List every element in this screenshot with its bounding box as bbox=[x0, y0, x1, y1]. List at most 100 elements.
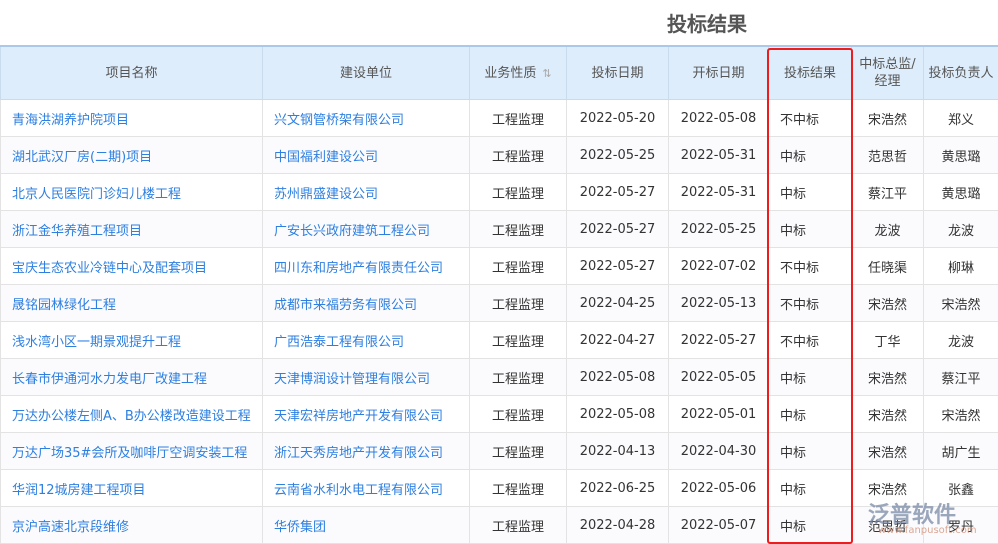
cell-construction-unit[interactable]: 中国福利建设公司 bbox=[262, 136, 470, 174]
sort-icon[interactable]: ⇅ bbox=[542, 67, 551, 80]
cell-project-name[interactable]: 晟铭园林绿化工程 bbox=[0, 284, 263, 322]
cell-project-name[interactable]: 京沪高速北京段维修 bbox=[0, 506, 263, 544]
cell-project-name[interactable]: 北京人民医院门诊妇儿楼工程 bbox=[0, 173, 263, 211]
cell-bid-date: 2022-04-28 bbox=[566, 506, 669, 544]
cell-bid-owner: 黄思璐 bbox=[923, 173, 998, 211]
cell-construction-unit[interactable]: 浙江天秀房地产开发有限公司 bbox=[262, 432, 470, 470]
cell-business-type: 工程监理 bbox=[469, 210, 567, 248]
cell-business-type: 工程监理 bbox=[469, 432, 567, 470]
header-construction-unit[interactable]: 建设单位 bbox=[262, 45, 470, 100]
page-title: 投标结果 bbox=[667, 12, 747, 36]
cell-business-type: 工程监理 bbox=[469, 506, 567, 544]
cell-bid-result: 中标 bbox=[768, 136, 852, 174]
cell-construction-unit[interactable]: 成都市来福劳务有限公司 bbox=[262, 284, 470, 322]
header-bid-result[interactable]: 投标结果 bbox=[768, 45, 852, 100]
cell-bid-date: 2022-04-27 bbox=[566, 321, 669, 359]
cell-bid-date: 2022-05-27 bbox=[566, 247, 669, 285]
cell-construction-unit[interactable]: 广安长兴政府建筑工程公司 bbox=[262, 210, 470, 248]
cell-construction-unit[interactable]: 华侨集团 bbox=[262, 506, 470, 544]
cell-construction-unit[interactable]: 兴文钢管桥架有限公司 bbox=[262, 99, 470, 137]
cell-bid-date: 2022-05-25 bbox=[566, 136, 669, 174]
cell-construction-unit[interactable]: 苏州鼎盛建设公司 bbox=[262, 173, 470, 211]
cell-bid-result: 不中标 bbox=[768, 99, 852, 137]
cell-business-type: 工程监理 bbox=[469, 284, 567, 322]
table-row: 长春市伊通河水力发电厂改建工程 天津博润设计管理有限公司 工程监理 2022-05-0… bbox=[0, 358, 998, 396]
cell-manager: 宋浩然 bbox=[851, 432, 924, 470]
watermark-logo: 泛普软件 www.fanpusoft.com bbox=[868, 497, 977, 536]
cell-bid-owner: 龙波 bbox=[923, 210, 998, 248]
cell-manager: 宋浩然 bbox=[851, 395, 924, 433]
cell-bid-result: 不中标 bbox=[768, 321, 852, 359]
header-manager[interactable]: 中标总监/经理 bbox=[851, 45, 924, 100]
cell-business-type: 工程监理 bbox=[469, 469, 567, 507]
cell-business-type: 工程监理 bbox=[469, 173, 567, 211]
cell-manager: 范思哲 bbox=[851, 136, 924, 174]
cell-business-type: 工程监理 bbox=[469, 247, 567, 285]
header-label: 建设单位 bbox=[339, 65, 392, 81]
cell-bid-result: 中标 bbox=[768, 395, 852, 433]
cell-opening-date: 2022-05-05 bbox=[668, 358, 769, 396]
cell-opening-date: 2022-05-13 bbox=[668, 284, 769, 322]
header-project-name[interactable]: 项目名称 bbox=[0, 45, 263, 100]
cell-construction-unit[interactable]: 天津博润设计管理有限公司 bbox=[262, 358, 470, 396]
table-row: 青海洪湖养护院项目 兴文钢管桥架有限公司 工程监理 2022-05-20 2022-05… bbox=[0, 99, 998, 137]
cell-business-type: 工程监理 bbox=[469, 358, 567, 396]
table-row: 华润12城房建工程项目 云南省水利水电工程有限公司 工程监理 2022-06-25 20… bbox=[0, 469, 998, 507]
cell-construction-unit[interactable]: 四川东和房地产有限责任公司 bbox=[262, 247, 470, 285]
header-opening-date[interactable]: 开标日期 bbox=[668, 45, 769, 100]
header-label: 中标总监/经理 bbox=[859, 57, 916, 89]
cell-manager: 丁华 bbox=[851, 321, 924, 359]
header-business-type[interactable]: 业务性质 ⇅ bbox=[469, 45, 567, 100]
cell-bid-result: 中标 bbox=[768, 210, 852, 248]
cell-bid-result: 中标 bbox=[768, 173, 852, 211]
cell-project-name[interactable]: 宝庆生态农业冷链中心及配套项目 bbox=[0, 247, 263, 285]
header-bid-owner[interactable]: 投标负责人 bbox=[923, 45, 998, 100]
header-label: 业务性质 bbox=[484, 65, 537, 81]
cell-bid-date: 2022-05-27 bbox=[566, 173, 669, 211]
cell-manager: 宋浩然 bbox=[851, 284, 924, 322]
cell-bid-owner: 黄思璐 bbox=[923, 136, 998, 174]
cell-manager: 宋浩然 bbox=[851, 358, 924, 396]
cell-business-type: 工程监理 bbox=[469, 321, 567, 359]
table-row: 万达广场35#会所及咖啡厅空调安装工程 浙江天秀房地产开发有限公司 工程监理 2022… bbox=[0, 432, 998, 470]
cell-project-name[interactable]: 青海洪湖养护院项目 bbox=[0, 99, 263, 137]
cell-bid-date: 2022-06-25 bbox=[566, 469, 669, 507]
cell-construction-unit[interactable]: 云南省水利水电工程有限公司 bbox=[262, 469, 470, 507]
header-bid-date[interactable]: 投标日期 bbox=[566, 45, 669, 100]
table-row: 北京人民医院门诊妇儿楼工程 苏州鼎盛建设公司 工程监理 2022-05-27 2022-… bbox=[0, 173, 998, 211]
watermark-url: www.fanpusoft.com bbox=[878, 525, 977, 536]
cell-bid-owner: 蔡江平 bbox=[923, 358, 998, 396]
cell-bid-owner: 郑义 bbox=[923, 99, 998, 137]
header-label: 投标结果 bbox=[783, 65, 836, 81]
header-label: 项目名称 bbox=[105, 65, 158, 81]
cell-manager: 任晓渠 bbox=[851, 247, 924, 285]
table-row: 浙江金华养殖工程项目 广安长兴政府建筑工程公司 工程监理 2022-05-27 2022… bbox=[0, 210, 998, 248]
cell-business-type: 工程监理 bbox=[469, 395, 567, 433]
cell-bid-date: 2022-05-08 bbox=[566, 395, 669, 433]
cell-bid-date: 2022-05-08 bbox=[566, 358, 669, 396]
cell-construction-unit[interactable]: 广西浩泰工程有限公司 bbox=[262, 321, 470, 359]
cell-project-name[interactable]: 湖北武汉厂房(二期)项目 bbox=[0, 136, 263, 174]
header-label: 投标日期 bbox=[591, 65, 644, 81]
header-label: 投标负责人 bbox=[928, 65, 994, 81]
cell-bid-result: 不中标 bbox=[768, 284, 852, 322]
cell-opening-date: 2022-05-31 bbox=[668, 136, 769, 174]
cell-project-name[interactable]: 万达广场35#会所及咖啡厅空调安装工程 bbox=[0, 432, 263, 470]
cell-opening-date: 2022-05-06 bbox=[668, 469, 769, 507]
cell-bid-date: 2022-05-20 bbox=[566, 99, 669, 137]
cell-project-name[interactable]: 浅水湾小区一期景观提升工程 bbox=[0, 321, 263, 359]
cell-opening-date: 2022-05-08 bbox=[668, 99, 769, 137]
table-row: 万达办公楼左侧A、B办公楼改造建设工程 天津宏祥房地产开发有限公司 工程监理 2022… bbox=[0, 395, 998, 433]
cell-project-name[interactable]: 万达办公楼左侧A、B办公楼改造建设工程 bbox=[0, 395, 263, 433]
cell-bid-owner: 宋浩然 bbox=[923, 284, 998, 322]
header-label: 开标日期 bbox=[692, 65, 745, 81]
cell-opening-date: 2022-05-25 bbox=[668, 210, 769, 248]
cell-bid-date: 2022-04-25 bbox=[566, 284, 669, 322]
table-row: 浅水湾小区一期景观提升工程 广西浩泰工程有限公司 工程监理 2022-04-27 202… bbox=[0, 321, 998, 359]
table-row: 湖北武汉厂房(二期)项目 中国福利建设公司 工程监理 2022-05-25 2022-0… bbox=[0, 136, 998, 174]
cell-project-name[interactable]: 长春市伊通河水力发电厂改建工程 bbox=[0, 358, 263, 396]
cell-opening-date: 2022-04-30 bbox=[668, 432, 769, 470]
cell-construction-unit[interactable]: 天津宏祥房地产开发有限公司 bbox=[262, 395, 470, 433]
cell-project-name[interactable]: 浙江金华养殖工程项目 bbox=[0, 210, 263, 248]
cell-project-name[interactable]: 华润12城房建工程项目 bbox=[0, 469, 263, 507]
